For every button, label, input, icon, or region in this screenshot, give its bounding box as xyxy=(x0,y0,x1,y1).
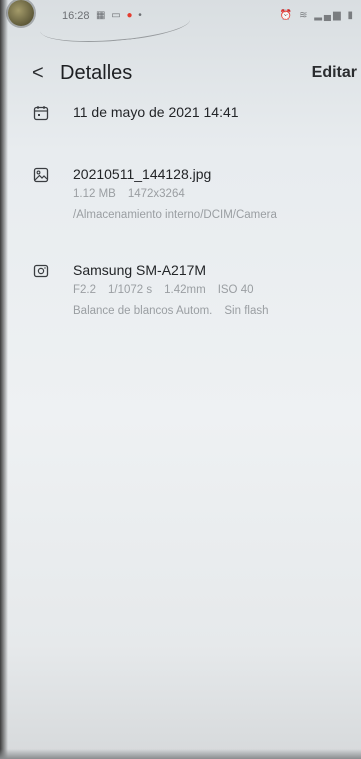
edit-button[interactable]: Editar xyxy=(312,64,357,82)
thumb-object xyxy=(8,0,34,26)
status-bar: 16:28 ▦ ▭ ● • ⏰ ≋ ▂▄▆ ▮ xyxy=(0,0,361,49)
file-name: 20210511_144128.jpg xyxy=(73,166,212,182)
back-icon[interactable]: < xyxy=(32,62,44,85)
image-icon xyxy=(33,167,49,183)
app-bar: < Detalles Editar xyxy=(0,60,361,90)
alarm-icon: ⏰ xyxy=(279,10,295,21)
file-size: 1.12 MB xyxy=(73,188,116,200)
date-row: 11 de mayo de 2021 14:41 xyxy=(0,104,361,126)
camera-model: Samsung SM-A217M xyxy=(73,262,207,278)
record-icon: ● xyxy=(126,10,133,21)
extra-info: Balance de blancos Autom. Sin flash xyxy=(73,305,280,317)
page-title: Detalles xyxy=(60,62,133,84)
focal-length: 1.42mm xyxy=(164,284,206,296)
wifi-icon: ≋ xyxy=(299,10,310,21)
more-dot-icon: • xyxy=(138,10,142,21)
camera-row: Samsung SM-A217M F2.2 1/1072 s 1.42mm ISO 4… xyxy=(0,262,361,324)
notification-icons: ▦ ▭ ● • xyxy=(96,10,145,21)
device-edge-bottom xyxy=(0,749,361,759)
file-row: 20210511_144128.jpg 1.12 MB 1472x3264 /Al… xyxy=(0,166,361,228)
file-path: /Almacenamiento interno/DCIM/Camera xyxy=(73,209,277,221)
battery-icon: ▮ xyxy=(347,10,355,21)
system-icons: ⏰ ≋ ▂▄▆ ▮ xyxy=(280,10,355,21)
camera-icon xyxy=(33,264,49,278)
file-info: 1.12 MB 1472x3264 xyxy=(73,188,197,200)
screen-notification-icon: ▭ xyxy=(111,10,121,21)
calendar-icon xyxy=(33,106,49,121)
file-resolution: 1472x3264 xyxy=(127,188,185,200)
exposure-info: F2.2 1/1072 s 1.42mm ISO 40 xyxy=(73,284,266,296)
shutter-speed: 1/1072 s xyxy=(108,284,153,296)
date-taken: 11 de mayo de 2021 14:41 xyxy=(73,104,239,120)
white-balance: Balance de blancos Autom. xyxy=(73,305,213,317)
flash: Sin flash xyxy=(224,305,269,317)
aperture: F2.2 xyxy=(73,284,97,296)
status-time: 16:28 xyxy=(62,10,90,22)
gallery-notification-icon: ▦ xyxy=(96,10,106,21)
signal-icon: ▂▄▆ xyxy=(314,10,343,21)
iso: ISO 40 xyxy=(217,284,254,296)
